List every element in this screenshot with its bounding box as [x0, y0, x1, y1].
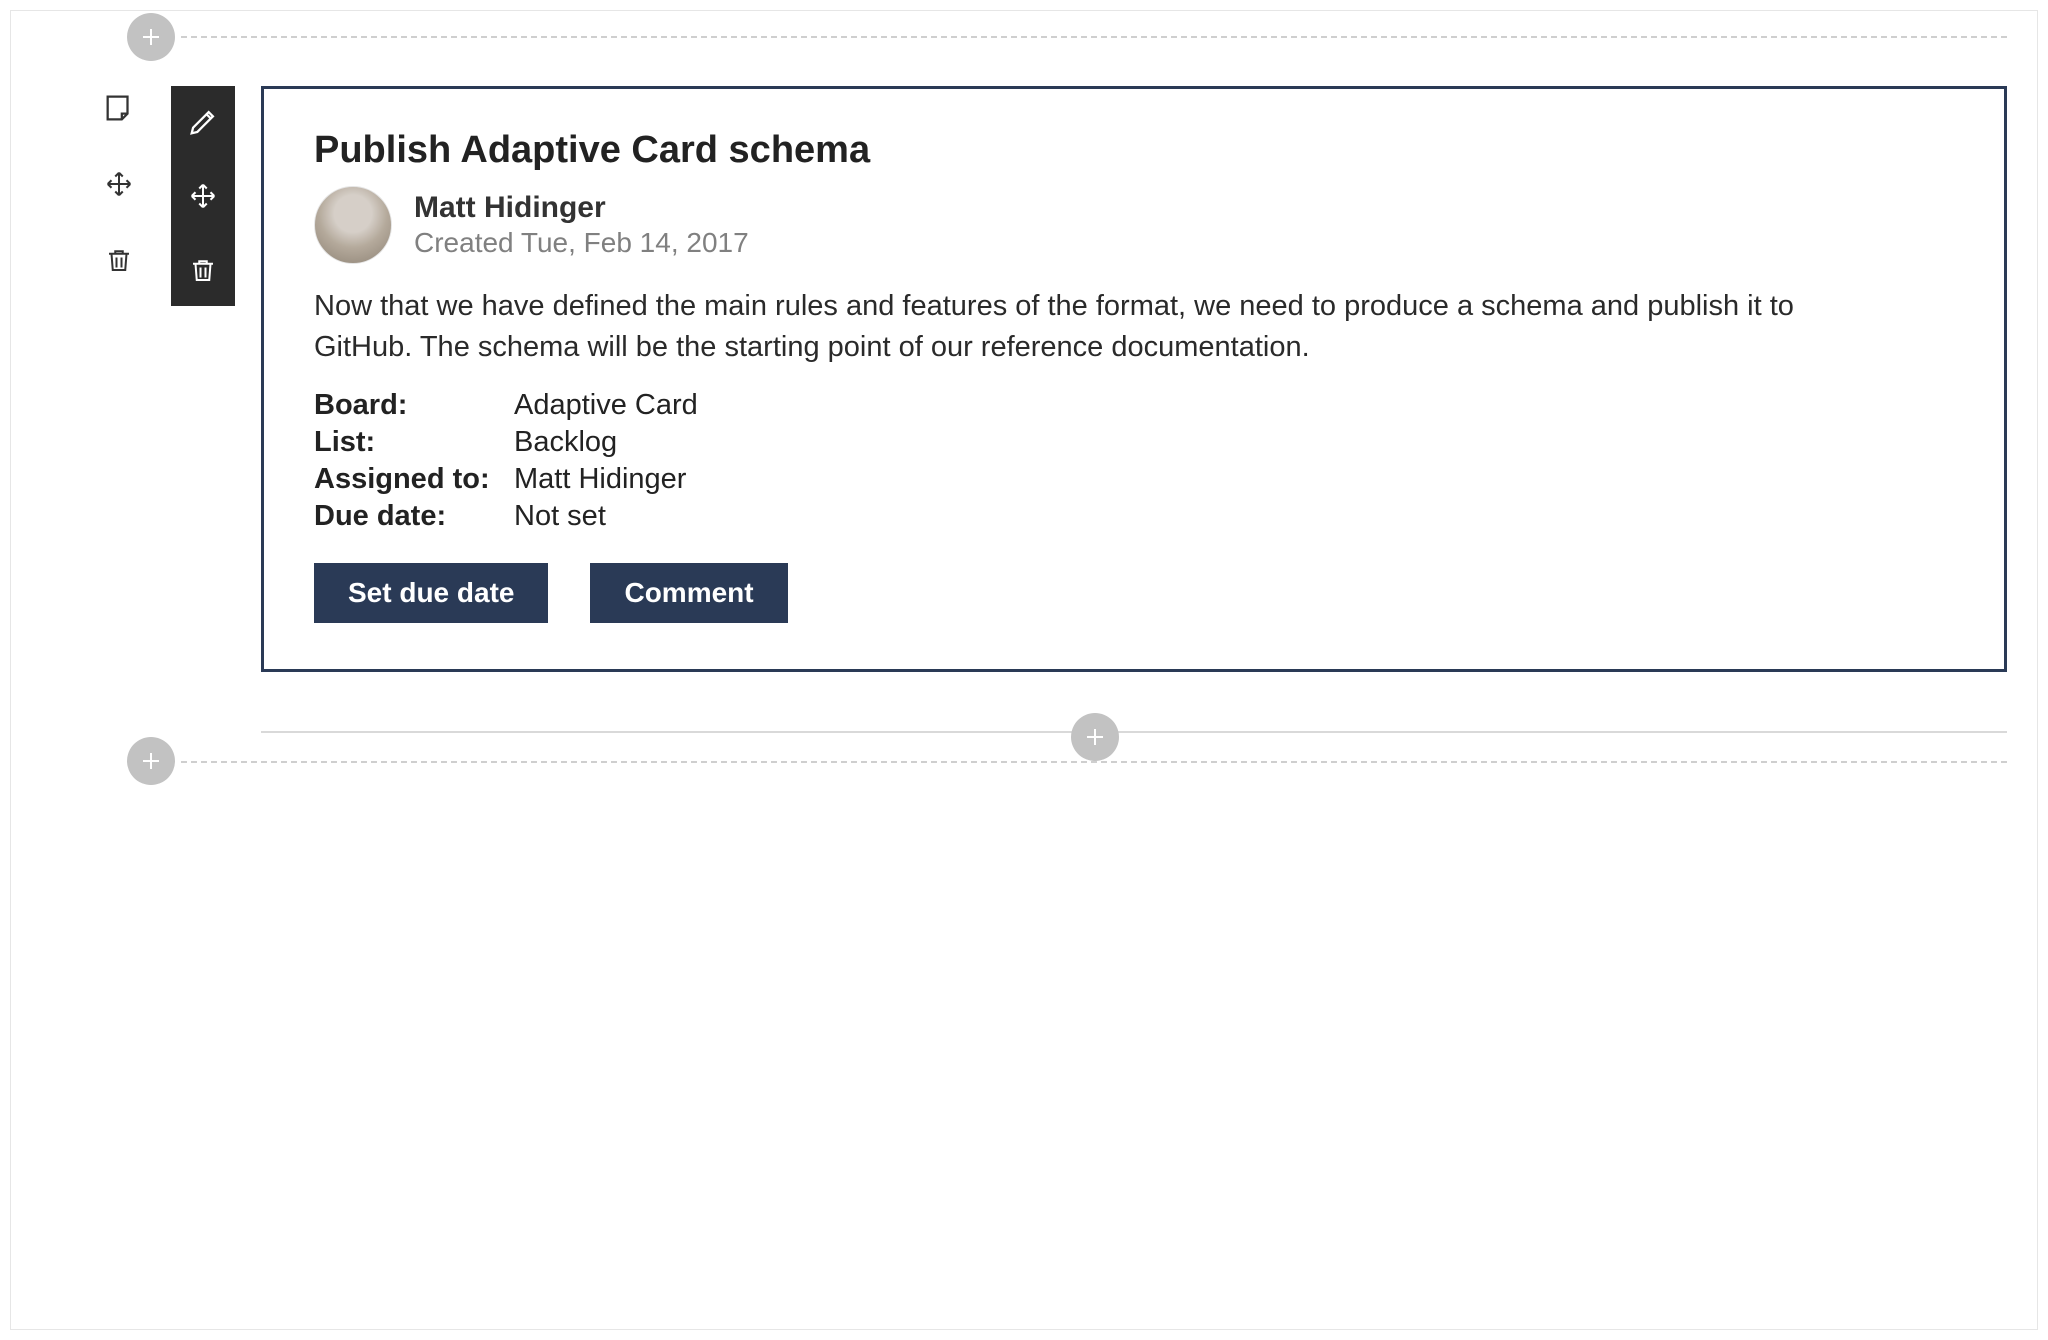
- avatar: [314, 186, 392, 264]
- fact-label: Due date:: [314, 500, 514, 533]
- fact-value: Adaptive Card: [514, 389, 1954, 422]
- insert-row-top: [181, 36, 2007, 38]
- note-button[interactable]: [97, 86, 141, 130]
- note-icon: [102, 91, 136, 125]
- pencil-icon: [186, 105, 220, 139]
- fact-value: Not set: [514, 500, 1954, 533]
- comment-button[interactable]: Comment: [590, 563, 787, 623]
- author-row: Matt Hidinger Created Tue, Feb 14, 2017: [314, 186, 1954, 264]
- add-element-top-button[interactable]: [127, 13, 175, 61]
- trash-icon: [188, 255, 218, 285]
- card-bottom-divider: [261, 731, 2007, 733]
- action-bar: Set due date Comment: [314, 563, 1954, 623]
- move-icon: [104, 169, 134, 199]
- delete-button-dark[interactable]: [181, 248, 225, 292]
- fact-label: Assigned to:: [314, 463, 514, 496]
- trash-icon: [104, 245, 134, 275]
- card-description: Now that we have defined the main rules …: [314, 286, 1894, 367]
- add-element-bottom-button[interactable]: [127, 737, 175, 785]
- set-due-date-button[interactable]: Set due date: [314, 563, 548, 623]
- plus-icon: [139, 25, 163, 49]
- card-title: Publish Adaptive Card schema: [314, 129, 1954, 172]
- fact-label: List:: [314, 426, 514, 459]
- adaptive-card[interactable]: Publish Adaptive Card schema Matt Hiding…: [261, 86, 2007, 672]
- delete-button-light[interactable]: [97, 238, 141, 282]
- move-button-light[interactable]: [97, 162, 141, 206]
- fact-value: Backlog: [514, 426, 1954, 459]
- move-icon: [188, 181, 218, 211]
- move-button-dark[interactable]: [181, 174, 225, 218]
- fact-label: Board:: [314, 389, 514, 422]
- element-toolbar-light: [97, 86, 141, 282]
- add-element-center-button[interactable]: [1071, 713, 1119, 761]
- fact-set: Board: Adaptive Card List: Backlog Assig…: [314, 389, 1954, 533]
- insert-row-bottom: [181, 761, 2007, 763]
- fact-value: Matt Hidinger: [514, 463, 1954, 496]
- canvas: Publish Adaptive Card schema Matt Hiding…: [10, 10, 2038, 1330]
- author-name: Matt Hidinger: [414, 191, 749, 225]
- plus-icon: [1083, 725, 1107, 749]
- edit-button[interactable]: [181, 100, 225, 144]
- created-date: Created Tue, Feb 14, 2017: [414, 227, 749, 259]
- element-toolbar-dark: [171, 86, 235, 306]
- plus-icon: [139, 749, 163, 773]
